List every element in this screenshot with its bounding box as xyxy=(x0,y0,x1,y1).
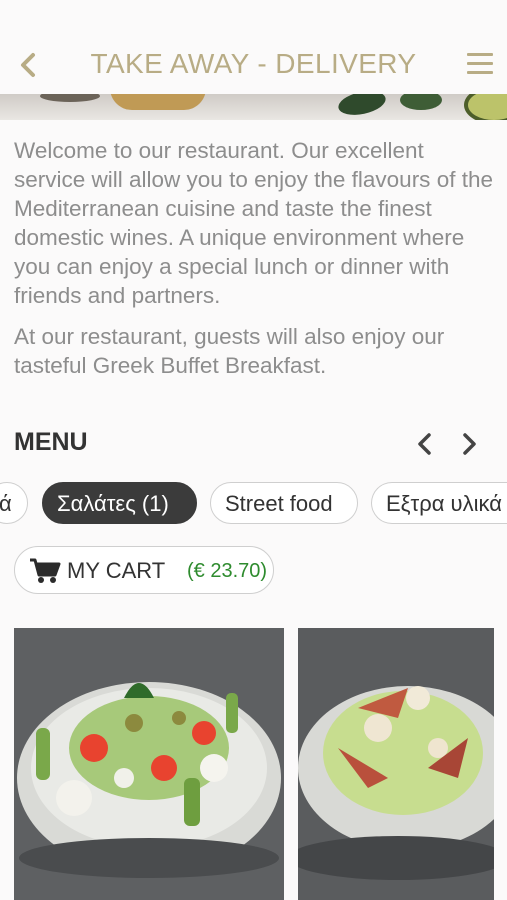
chevron-left-icon xyxy=(418,433,431,455)
shopping-cart-icon xyxy=(30,558,61,583)
app-header: TAKE AWAY - DELIVERY xyxy=(0,0,507,96)
greek-salad-image xyxy=(14,628,284,900)
product-card-caesar-salad[interactable] xyxy=(298,628,494,900)
category-pill-previous[interactable]: ά xyxy=(0,482,28,524)
intro-text: Welcome to our restaurant. Our excellent… xyxy=(14,136,496,392)
caesar-salad-image xyxy=(298,628,494,900)
hamburger-menu-button[interactable] xyxy=(467,53,493,77)
category-pill-street-food[interactable]: Street food xyxy=(210,482,358,524)
menu-heading: MENU xyxy=(14,428,88,456)
page-title: TAKE AWAY - DELIVERY xyxy=(90,48,417,79)
category-pill-salads[interactable]: Σαλάτες (1) xyxy=(42,482,197,524)
cart-total: (€ 23.70) xyxy=(187,560,268,582)
hamburger-icon xyxy=(467,53,493,56)
intro-paragraph-2: At our restaurant, guests will also enjo… xyxy=(14,324,445,378)
menu-next-button[interactable] xyxy=(458,430,480,458)
category-pill-extras[interactable]: Εξτρα υλικά xyxy=(371,482,507,524)
product-card-greek-salad[interactable] xyxy=(14,628,284,900)
my-cart-button[interactable]: MY CART (€ 23.70) xyxy=(14,546,274,594)
menu-prev-button[interactable] xyxy=(414,430,436,458)
chevron-right-icon xyxy=(463,433,476,455)
cart-label: MY CART xyxy=(67,558,166,583)
intro-paragraph-1: Welcome to our restaurant. Our excellent… xyxy=(14,138,493,308)
hero-image xyxy=(0,94,507,120)
